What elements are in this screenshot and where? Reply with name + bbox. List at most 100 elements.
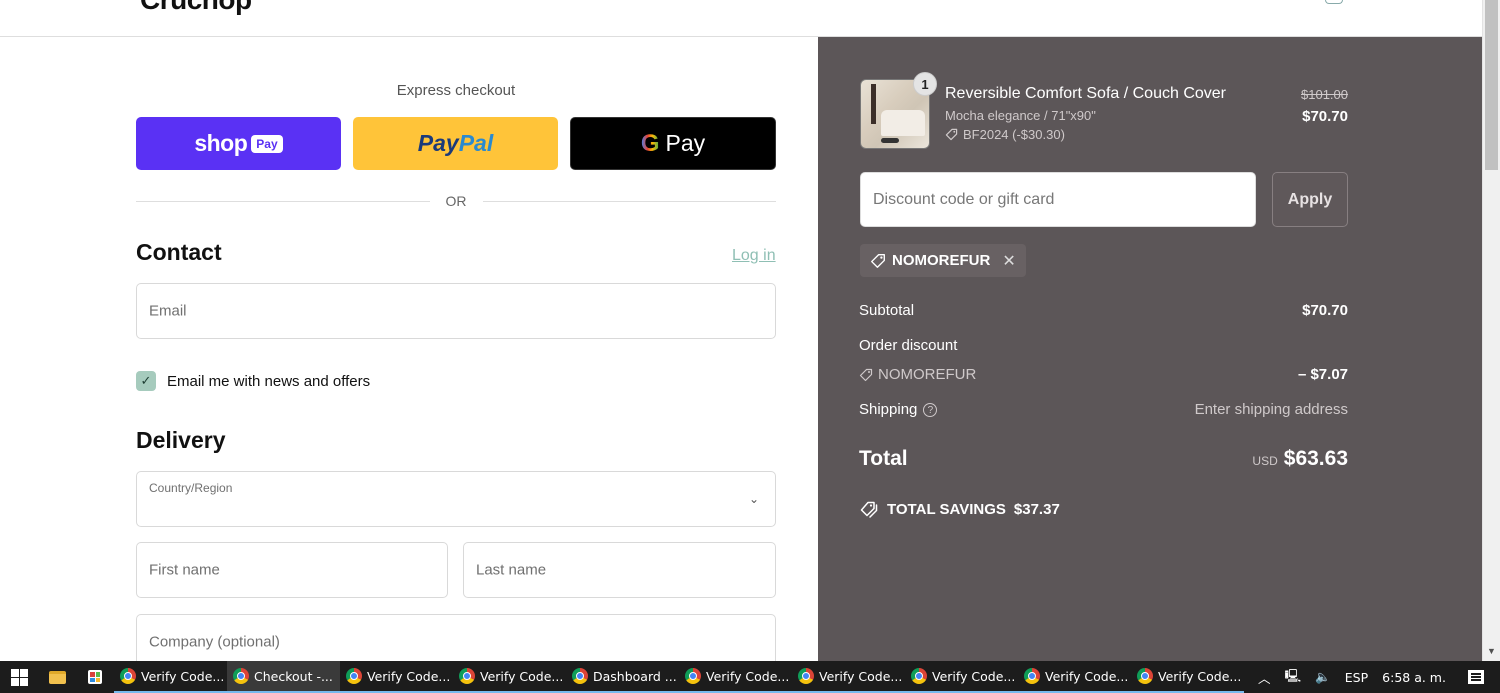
volume-icon[interactable]: 🔈 [1315,669,1331,685]
order-discount-label: Order discount [859,337,958,354]
or-divider: OR [136,192,776,210]
taskbar-app[interactable]: Dashboard ... [566,661,679,693]
email-field[interactable]: Email [136,283,776,339]
total-label: Total [859,447,908,470]
chrome-icon [233,668,249,684]
total-amount: USD $63.63 [1252,447,1348,471]
savings-label: TOTAL SAVINGS [887,501,1006,518]
language-indicator[interactable]: ESP [1345,670,1368,685]
system-tray: ︿ 🖳 🔈 ESP 6:58 a. m. [1258,667,1446,688]
taskbar-app-active[interactable]: Checkout -... [227,661,340,693]
taskbar-app[interactable]: Verify Code... [679,661,792,693]
chrome-icon [685,668,701,684]
google-pay-button[interactable]: G Pay [570,117,776,170]
applied-code-label: NOMOREFUR [892,252,991,269]
checkout-form: Express checkout shop Pay Pay Pal G Pay O… [0,37,818,661]
show-hidden-icons-chevron-icon[interactable]: ︿ [1258,668,1271,687]
last-name-placeholder: Last name [476,561,547,579]
currency-code: USD [1252,454,1278,468]
taskbar-app[interactable]: Verify Code... [340,661,453,693]
shipping-label-group: Shipping? [859,401,938,418]
apply-discount-button[interactable]: Apply [1272,172,1348,227]
subtotal-label: Subtotal [859,302,915,319]
country-label: Country/Region [149,481,233,495]
product-name: Reversible Comfort Sofa / Couch Cover [945,85,1226,102]
clock[interactable]: 6:58 a. m. [1382,670,1446,685]
taskbar-app[interactable]: Verify Code... [792,661,905,693]
first-name-placeholder: First name [149,561,220,579]
store-button[interactable] [76,661,114,693]
windows-logo-icon [10,668,28,686]
discount-code-input[interactable]: Discount code or gift card [860,172,1256,227]
order-summary: 1 Reversible Comfort Sofa / Couch Cover … [818,37,1482,661]
shipping-value: Enter shipping address [1194,401,1348,418]
taskbar-app[interactable]: Verify Code... [453,661,566,693]
tag-icon [859,368,873,381]
shipping-row: Shipping? Enter shipping address [859,401,1348,418]
login-link[interactable]: Log in [732,247,776,265]
help-icon[interactable]: ? [923,403,938,418]
file-explorer-button[interactable] [38,661,76,693]
newsletter-checkbox[interactable]: ✓ [136,371,156,391]
store-logo[interactable]: Cruchop [140,0,252,16]
taskbar-app[interactable]: Verify Code... [1131,661,1244,693]
contact-title: Contact [136,239,222,265]
order-discount-code-row: NOMOREFUR – $7.07 [859,366,1348,383]
or-label: OR [445,193,467,209]
subtotal-value: $70.70 [1302,302,1348,319]
taskbar-app[interactable]: Verify Code... [114,661,227,693]
chrome-icon [1137,668,1153,684]
cart-icon[interactable] [1325,0,1343,4]
chevron-down-icon: ⌄ [748,492,759,506]
chrome-icon [572,668,588,684]
newsletter-checkbox-row[interactable]: ✓ Email me with news and offers [136,371,370,391]
divider-line [482,200,776,202]
notification-center-icon[interactable] [1467,670,1484,684]
paypal-logo-pay: Pay [417,130,459,156]
google-pay-label: Pay [665,130,706,156]
total-row: Total USD $63.63 [859,447,1348,471]
shop-pay-button[interactable]: shop Pay [136,117,341,170]
newsletter-label: Email me with news and offers [167,372,371,390]
company-field[interactable]: Company (optional) [136,614,776,661]
store-icon [88,670,102,684]
checkmark-icon: ✓ [140,373,152,388]
order-discount-code: NOMOREFUR [859,366,976,383]
taskbar-app-label: Verify Code... [367,668,451,684]
start-button[interactable] [0,661,38,693]
paypal-button[interactable]: Pay Pal [353,117,558,170]
google-g-icon: G [640,129,660,157]
savings-tag-icon [860,501,878,518]
taskbar-app-label: Verify Code... [932,668,1016,684]
order-discount-code-label: NOMOREFUR [878,366,977,383]
country-select[interactable]: Country/Region ⌄ [136,471,776,527]
scroll-down-arrow-icon[interactable]: ▼ [1487,646,1496,656]
first-name-field[interactable]: First name [136,542,448,598]
page-scrollbar[interactable]: ▼ [1482,0,1500,661]
scrollbar-thumb[interactable] [1485,0,1498,170]
chrome-icon [120,668,136,684]
original-price: $101.00 [1301,87,1348,102]
tag-icon [945,128,958,141]
line-item: 1 Reversible Comfort Sofa / Couch Cover … [860,72,1348,149]
remove-discount-icon[interactable]: ✕ [1002,251,1015,271]
product-discount: BF2024 (-$30.30) [945,127,1065,142]
savings-value: $37.37 [1013,501,1060,518]
order-discount-value: – $7.07 [1297,366,1348,383]
taskbar-app-label: Verify Code... [1158,668,1242,684]
applied-discount-chip: NOMOREFUR ✕ [860,244,1026,277]
product-discount-label: BF2024 (-$30.30) [963,127,1065,142]
taskbar-app[interactable]: Verify Code... [1018,661,1131,693]
last-name-field[interactable]: Last name [463,542,776,598]
chrome-icon [346,668,362,684]
network-icon[interactable]: 🖳 [1285,667,1302,688]
taskbar-app[interactable]: Verify Code... [905,661,1018,693]
taskbar-app-label: Dashboard ... [593,668,677,684]
total-value: $63.63 [1283,447,1348,470]
quantity-badge: 1 [913,72,937,96]
company-placeholder: Company (optional) [149,633,280,651]
shop-pay-badge: Pay [251,134,283,153]
chrome-icon [911,668,927,684]
taskbar-app-label: Verify Code... [819,668,903,684]
delivery-title: Delivery [136,427,226,453]
